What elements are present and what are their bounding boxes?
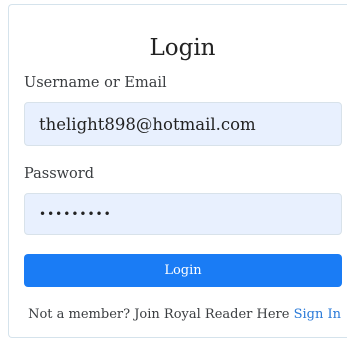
password-label: Password — [24, 166, 94, 182]
username-input[interactable] — [24, 102, 342, 146]
page-title: Login — [149, 35, 216, 61]
login-button[interactable]: Login — [24, 254, 342, 287]
signup-footer: Not a member? Join Royal Reader Here Sig… — [9, 307, 341, 322]
sign-in-link[interactable]: Sign In — [294, 307, 341, 322]
login-card: Login Username or Email Password Login N… — [8, 4, 347, 338]
password-input[interactable] — [24, 193, 342, 235]
username-label: Username or Email — [24, 75, 167, 91]
footer-text: Not a member? Join Royal Reader Here — [28, 307, 290, 322]
